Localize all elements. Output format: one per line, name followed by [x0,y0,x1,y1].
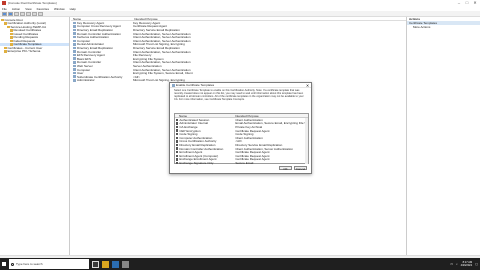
back-icon[interactable] [2,11,7,16]
certificate-template-icon [73,75,76,78]
action-more-actions[interactable]: More Actions [407,25,480,29]
column-intended-purpose[interactable]: Intended Purpose [134,17,196,21]
template-purpose: Secure Email [235,160,254,165]
certificate-template-icon [73,46,76,50]
dialog-buttons: OK Cancel [279,166,307,171]
dialog-instructions: Select one Certificate Template to enabl… [174,89,304,102]
dialog-app-icon [172,83,175,87]
folder-icon [1,18,4,21]
folder-icon [10,36,13,39]
tree-node[interactable]: Enterprise PKI / Schema [0,49,69,54]
folder-icon [4,50,7,53]
template-checkbox[interactable] [176,122,179,125]
template-checkbox[interactable] [176,129,179,132]
template-checkbox[interactable] [176,143,179,147]
menu-window[interactable]: Window [54,7,65,11]
certificate-template-icon [73,79,76,82]
forward-icon[interactable] [8,11,13,16]
ok-button[interactable]: OK [279,166,292,171]
template-checkbox[interactable] [176,158,179,161]
certificate-template-icon [73,39,76,43]
certificate-template-icon [73,21,76,25]
certificate-template-icon [73,43,76,46]
folder-icon [4,22,7,25]
dialog-column-name[interactable]: Name [175,114,235,118]
folder-icon [10,39,13,42]
dialog-rows: Authenticated Session Client Authenticati… [175,118,308,165]
tree-node-label: Enterprise PKI / Schema [7,49,41,54]
help-icon[interactable] [38,11,43,16]
certificate-template-icon [73,61,76,64]
list-item[interactable]: Exchange Signature Only Secure Email [175,161,308,165]
folder-icon [10,32,13,35]
template-checkbox[interactable] [176,140,179,143]
cancel-button[interactable]: Cancel [294,166,307,171]
template-checkbox[interactable] [176,161,179,165]
file-explorer-icon[interactable] [102,260,109,268]
column-name[interactable]: Name [71,17,134,21]
folder-icon [7,25,10,28]
console-tree: Console Root Certification Authority (Loc… [0,17,70,255]
folder-icon [10,29,13,32]
start-button[interactable] [0,258,8,270]
search-placeholder: Type here to search [16,262,43,266]
server-manager-icon[interactable] [112,260,119,268]
template-checkbox[interactable] [176,136,179,139]
template-checkbox[interactable] [176,147,179,150]
certificate-template-icon [73,57,76,60]
template-name: Administrator [77,78,95,83]
taskbar-clock[interactable]: 8:17 AM 4/26/2021 [461,261,473,267]
dialog-template-list: Name Intended Purpose Authenticated Sess… [174,113,309,165]
menu-favorites[interactable]: Favorites [37,7,49,11]
certificate-template-icon [73,35,76,39]
mmc-app-icon [2,1,6,5]
dialog-close-icon[interactable]: ✕ [305,83,310,88]
certificate-template-icon [73,71,76,75]
template-checkbox[interactable] [176,132,179,136]
template-checkbox[interactable] [176,125,179,129]
taskbar: Type here to search [0,258,480,270]
certificate-template-icon [73,25,76,28]
folder-icon [4,46,7,49]
dialog-title: Enable Certificate Templates [176,83,215,87]
up-folder-icon[interactable] [14,11,19,16]
menu-help[interactable]: Help [70,7,76,11]
export-list-icon[interactable] [32,11,37,16]
dialog-column-purpose[interactable]: Intended Purpose [235,114,305,118]
menu-file[interactable]: File [2,7,7,11]
template-checkbox[interactable] [176,154,179,157]
enable-templates-dialog: Enable Certificate Templates ✕ Select on… [169,82,312,174]
mmc-taskbar-icon[interactable] [122,260,129,268]
taskbar-search[interactable]: Type here to search [9,259,89,269]
template-checkbox[interactable] [176,150,179,154]
clock-date: 4/26/2021 [460,264,473,267]
certificate-template-icon [73,53,76,57]
template-rows: Key Recovery Agent Key Recovery Agent Comp… [71,21,406,82]
windows-logo-icon [2,262,6,266]
volume-icon[interactable]: ♪ [456,262,458,266]
system-tray: ▭ ♪ 8:17 AM 4/26/2021 ▢ [450,258,478,270]
notifications-icon[interactable]: ▢ [475,262,478,266]
dialog-list-scrollbar[interactable] [305,118,308,164]
network-icon[interactable]: ▭ [450,262,453,266]
certificate-template-icon [73,50,76,53]
certificate-template-icon [73,28,76,32]
menu-view[interactable]: View [25,7,31,11]
refresh-icon[interactable] [26,11,31,16]
certificate-template-icon [73,68,76,71]
template-name: Exchange Signature Only [179,160,214,165]
template-checkbox[interactable] [176,118,179,121]
task-view-icon[interactable] [92,260,99,268]
window-title: [Console Root\Certificate Templates] [8,1,57,5]
search-icon [11,262,14,266]
certificate-template-icon [73,32,76,35]
certificate-template-icon [73,64,76,68]
menu-action[interactable]: Action [12,7,20,11]
show-hide-tree-icon[interactable] [20,11,25,16]
actions-pane: Actions Certificate Templates More Actio… [406,17,480,255]
